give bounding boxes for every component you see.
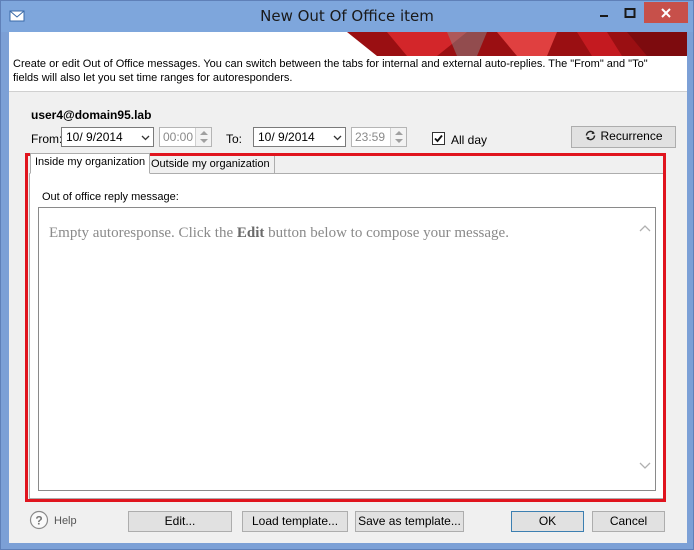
dialog-window: New Out Of Office item Create or edit Ou… (0, 0, 694, 550)
ok-button[interactable]: OK (511, 511, 584, 532)
to-label: To: (226, 132, 243, 146)
svg-text:?: ? (35, 514, 42, 528)
from-date-value: 10/ 9/2014 (66, 130, 123, 144)
to-time-value: 23:59 (355, 130, 386, 144)
recurrence-button[interactable]: Recurrence (571, 126, 676, 148)
to-time-spinner[interactable]: 23:59 (351, 127, 407, 147)
chevron-down-icon (141, 135, 150, 141)
help-label[interactable]: Help (54, 515, 77, 527)
banner: Create or edit Out of Office messages. Y… (9, 32, 687, 92)
load-template-button[interactable]: Load template... (242, 511, 348, 532)
from-time-value: 00:00 (163, 130, 194, 144)
to-date-picker[interactable]: 10/ 9/2014 (253, 127, 346, 147)
close-icon (661, 7, 671, 18)
all-day-label[interactable]: All day (451, 133, 487, 147)
banner-artwork (347, 32, 687, 56)
empty-message-text: Empty autoresponse. Click the Edit butto… (49, 225, 509, 242)
all-day-checkbox[interactable] (432, 132, 445, 145)
window-title: New Out Of Office item (260, 7, 434, 25)
to-time-stepper[interactable] (390, 128, 406, 146)
help-icon[interactable]: ? (29, 510, 49, 530)
chevron-down-icon[interactable] (639, 462, 651, 470)
minimize-icon (600, 14, 608, 17)
chevron-up-icon[interactable] (639, 224, 651, 232)
from-time-stepper[interactable] (195, 128, 211, 146)
tab-inside-organization[interactable]: Inside my organization (30, 153, 151, 174)
edit-button[interactable]: Edit... (128, 511, 232, 532)
cancel-button[interactable]: Cancel (592, 511, 665, 532)
recurrence-icon (586, 130, 596, 141)
empty-prefix: Empty autoresponse. Click the (49, 225, 237, 241)
maximize-button[interactable] (617, 2, 643, 23)
empty-suffix: button below to compose your message. (264, 225, 509, 241)
checkmark-icon (434, 134, 443, 143)
reply-message-label: Out of office reply message: (42, 191, 179, 203)
user-email: user4@domain95.lab (31, 108, 152, 122)
reply-message-box[interactable]: Empty autoresponse. Click the Edit butto… (38, 207, 656, 491)
to-date-value: 10/ 9/2014 (258, 130, 315, 144)
tab-outside-organization[interactable]: Outside my organization (146, 155, 275, 174)
dialog-body: Create or edit Out of Office messages. Y… (9, 32, 687, 543)
banner-description: Create or edit Out of Office messages. Y… (13, 58, 648, 84)
save-as-template-button[interactable]: Save as template... (355, 511, 464, 532)
close-button[interactable] (644, 2, 688, 23)
tab-panel: Out of office reply message: Empty autor… (29, 173, 665, 499)
minimize-button[interactable] (591, 2, 617, 23)
title-bar[interactable]: New Out Of Office item (1, 1, 693, 32)
empty-bold-edit: Edit (236, 225, 265, 241)
chevron-down-icon (333, 135, 342, 141)
from-label: From: (31, 132, 63, 146)
maximize-icon (624, 7, 636, 18)
recurrence-label: Recurrence (600, 129, 663, 143)
from-date-picker[interactable]: 10/ 9/2014 (61, 127, 154, 147)
from-time-spinner[interactable]: 00:00 (159, 127, 212, 147)
